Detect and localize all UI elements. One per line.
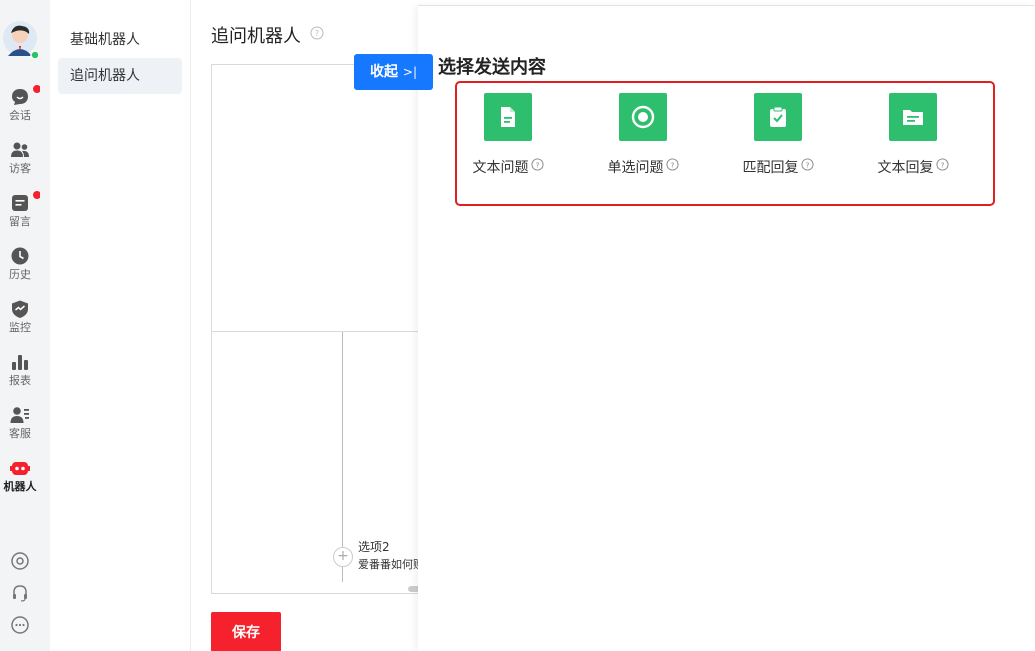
option-card-text-reply[interactable]: 文本回复? xyxy=(863,93,963,177)
option-card-text-question[interactable]: 文本问题? xyxy=(458,93,558,177)
nav-label-chat: 会话 xyxy=(9,109,31,122)
radio-icon xyxy=(631,105,655,129)
submenu-item-basic-robot[interactable]: 基础机器人 xyxy=(58,22,182,58)
option-label: 单选问题 xyxy=(607,160,664,176)
svg-text:?: ? xyxy=(805,160,809,169)
monitor-shield-icon xyxy=(12,300,28,318)
agent-icon xyxy=(10,407,29,423)
flow-canvas[interactable]: + 选项2 爱番番如何购 xyxy=(211,64,442,594)
save-button[interactable]: 保存 xyxy=(211,612,281,651)
folder-text-icon xyxy=(903,110,923,125)
page-title: 追问机器人 xyxy=(211,26,301,47)
submenu-item-followup-robot[interactable]: 追问机器人 xyxy=(58,58,182,94)
svg-text:?: ? xyxy=(940,160,944,169)
svg-text:?: ? xyxy=(670,160,674,169)
app-root: 会话 访客 留言 历史 监控 报表 客服 机器人 基础机器人 追问机器人 追问机… xyxy=(0,0,1035,651)
help-icon[interactable]: ? xyxy=(800,158,814,171)
nav-label-robot: 机器人 xyxy=(3,480,37,493)
help-icon[interactable]: ? xyxy=(310,26,324,40)
svg-text:?: ? xyxy=(535,160,539,169)
help-icon[interactable]: ? xyxy=(530,158,544,171)
option-tile xyxy=(484,93,532,141)
option-label: 匹配回复 xyxy=(742,160,799,176)
add-node-icon[interactable]: + xyxy=(333,547,353,567)
visitors-icon xyxy=(11,142,29,157)
help-icon[interactable]: ? xyxy=(665,158,679,171)
icon-rail: 会话 访客 留言 历史 监控 报表 客服 机器人 xyxy=(0,0,41,651)
option-card-match-reply[interactable]: 匹配回复? xyxy=(728,93,828,177)
svg-text:?: ? xyxy=(315,29,319,38)
bar-chart-icon xyxy=(12,355,28,370)
nav-item-history[interactable]: 历史 xyxy=(0,246,40,281)
canvas-divider xyxy=(212,331,442,332)
option-description: 爱番番如何购 xyxy=(358,558,418,571)
chat-icon xyxy=(12,89,28,105)
more-icon[interactable] xyxy=(10,615,30,635)
nav-item-agents[interactable]: 客服 xyxy=(0,405,40,440)
clipboard-check-icon xyxy=(770,106,786,127)
settings-icon[interactable] xyxy=(10,551,30,571)
flow-connector xyxy=(342,332,343,582)
nav-item-monitor[interactable]: 监控 xyxy=(0,299,40,334)
drawer-title: 选择发送内容 xyxy=(438,57,546,78)
collapse-button[interactable]: 收起 >| xyxy=(354,54,433,90)
option-title: 选项2 xyxy=(358,540,390,554)
avatar[interactable] xyxy=(2,20,38,58)
nav-label-agents: 客服 xyxy=(9,427,31,440)
nav-item-robot[interactable]: 机器人 xyxy=(0,458,40,493)
option-card-single-choice[interactable]: 单选问题? xyxy=(593,93,693,177)
help-icon[interactable]: ? xyxy=(935,158,949,171)
option-tile xyxy=(889,93,937,141)
nav-item-reports[interactable]: 报表 xyxy=(0,352,40,387)
nav-item-messages[interactable]: 留言 xyxy=(0,191,41,228)
send-content-drawer: 选择发送内容 文本问题? 单选问题 ? 匹配回复 ? 文本回复 ? xyxy=(418,6,1035,651)
nav-label-visitors: 访客 xyxy=(9,162,31,175)
option-label: 文本回复 xyxy=(877,160,934,176)
nav-label-monitor: 监控 xyxy=(9,321,31,334)
option-tile xyxy=(619,93,667,141)
document-icon xyxy=(501,107,515,127)
message-icon xyxy=(12,195,28,211)
robot-submenu: 基础机器人 追问机器人 xyxy=(50,0,191,651)
nav-item-chat[interactable]: 会话 xyxy=(0,85,41,122)
headset-icon[interactable] xyxy=(10,583,30,603)
nav-item-visitors[interactable]: 访客 xyxy=(0,140,40,175)
clock-icon xyxy=(11,247,29,265)
robot-icon xyxy=(10,462,30,475)
nav-label-reports: 报表 xyxy=(9,374,31,387)
nav-label-history: 历史 xyxy=(9,268,31,281)
collapse-arrow-icon: >| xyxy=(402,65,417,79)
collapse-label: 收起 xyxy=(370,64,398,80)
nav-label-messages: 留言 xyxy=(9,215,31,228)
rail-gap xyxy=(40,0,50,651)
option-label: 文本问题 xyxy=(472,160,529,176)
option-tile xyxy=(754,93,802,141)
